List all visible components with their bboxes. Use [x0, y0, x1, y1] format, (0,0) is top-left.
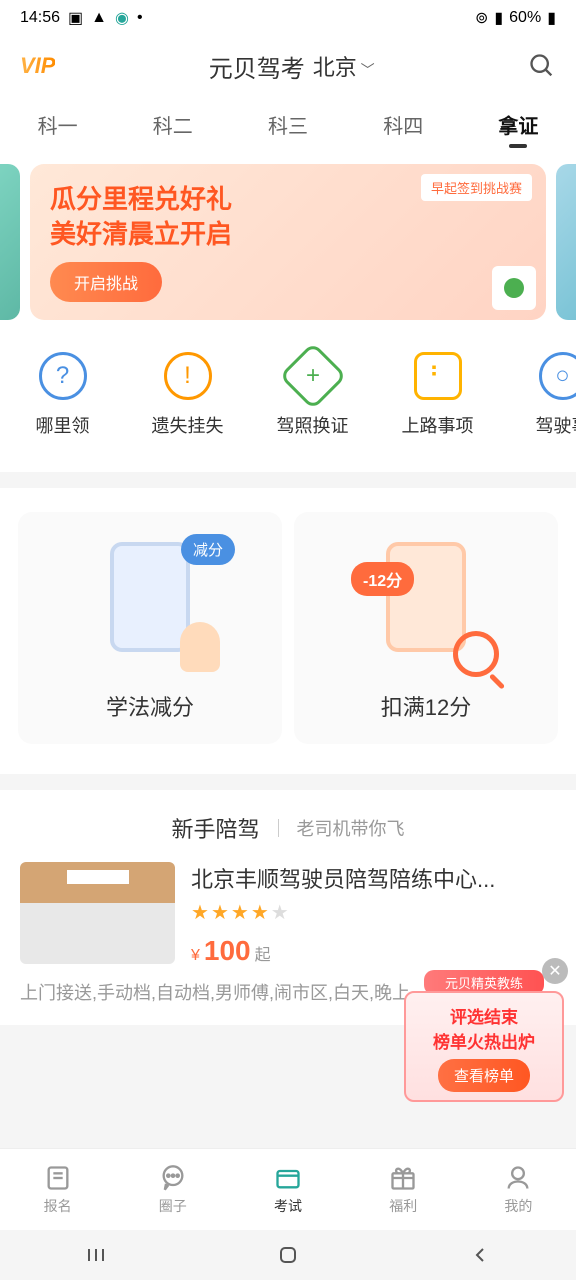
- tab-ke2[interactable]: 科二: [115, 96, 230, 152]
- battery-icon: ▮: [547, 8, 556, 28]
- location-selector[interactable]: 北京 ﹀: [313, 50, 375, 82]
- app-icon: ◉: [115, 8, 129, 28]
- qa-road[interactable]: ⠃ 上路事项: [375, 352, 500, 438]
- bottom-nav: 报名 圈子 考试 福利 我的: [0, 1148, 576, 1230]
- qa-lost[interactable]: ! 遗失挂失: [125, 352, 250, 438]
- banner-next[interactable]: [556, 164, 576, 320]
- signal-icon: ▮: [494, 8, 503, 28]
- square-icon: ⠃: [414, 352, 462, 400]
- listing-image: [20, 862, 175, 964]
- qa-drive[interactable]: ○ 驾驶事: [500, 352, 576, 438]
- search-icon[interactable]: [528, 52, 556, 80]
- tab-ke4[interactable]: 科四: [346, 96, 461, 152]
- card-learn-reduce[interactable]: 减分 学法减分: [18, 512, 282, 744]
- nav-welfare[interactable]: 福利: [346, 1149, 461, 1230]
- phone-icon: [110, 542, 190, 652]
- banner-prev[interactable]: [0, 164, 20, 320]
- phone-icon: [386, 542, 466, 652]
- plus-icon: +: [279, 342, 347, 410]
- home-button[interactable]: [276, 1243, 300, 1267]
- nav-mine[interactable]: 我的: [461, 1149, 576, 1230]
- float-button[interactable]: 查看榜单: [438, 1059, 530, 1092]
- nav-circle[interactable]: 圈子: [115, 1149, 230, 1230]
- wallet-icon: [274, 1164, 302, 1192]
- exclaim-icon: !: [164, 352, 212, 400]
- tab-nazheng[interactable]: 拿证: [461, 96, 576, 152]
- banner-carousel[interactable]: 早起签到挑战赛 瓜分里程兑好礼 美好清晨立开启 开启挑战: [0, 152, 576, 332]
- nav-exam[interactable]: 考试: [230, 1149, 345, 1230]
- app-title: 元贝驾考: [209, 49, 305, 84]
- magnifier-icon: [453, 631, 499, 677]
- tab-ke3[interactable]: 科三: [230, 96, 345, 152]
- chevron-down-icon: ﹀: [357, 62, 375, 78]
- cards-row: 减分 学法减分 -12分 扣满12分: [0, 488, 576, 774]
- minus12-badge: -12分: [351, 562, 414, 596]
- status-time: 14:56: [20, 9, 60, 27]
- section-sub: 老司机带你飞: [297, 815, 405, 841]
- calendar-icon: [492, 266, 536, 310]
- tab-bar: 科一 科二 科三 科四 拿证: [0, 96, 576, 152]
- banner-main[interactable]: 早起签到挑战赛 瓜分里程兑好礼 美好清晨立开启 开启挑战: [30, 164, 546, 320]
- rating-stars: ★ ★ ★ ★ ★: [191, 900, 556, 925]
- qa-renew[interactable]: + 驾照换证: [250, 352, 375, 438]
- warning-icon: ▲: [91, 9, 107, 27]
- banner-line2: 美好清晨立开启: [50, 217, 526, 252]
- price: ¥ 100 起: [191, 935, 556, 967]
- user-icon: [504, 1164, 532, 1192]
- battery-text: 60%: [509, 9, 541, 27]
- tab-ke1[interactable]: 科一: [0, 96, 115, 152]
- back-button[interactable]: [468, 1243, 492, 1267]
- close-icon[interactable]: ✕: [542, 958, 568, 984]
- listing-title: 北京丰顺驾驶员陪驾陪练中心...: [191, 862, 556, 894]
- section-header: 新手陪驾 老司机带你飞: [0, 790, 576, 862]
- divider: [278, 819, 279, 837]
- star-icon: ★: [231, 900, 249, 925]
- hand-icon: [180, 622, 220, 672]
- star-icon: ★: [271, 900, 289, 925]
- circle-icon: ○: [539, 352, 576, 400]
- section-title: 新手陪驾: [171, 812, 259, 844]
- star-icon: ★: [211, 900, 229, 925]
- signup-icon: [44, 1164, 72, 1192]
- question-icon: ?: [39, 352, 87, 400]
- card-full-12[interactable]: -12分 扣满12分: [294, 512, 558, 744]
- dot-icon: •: [137, 9, 143, 27]
- banner-tag: 早起签到挑战赛: [421, 174, 532, 201]
- banner-button[interactable]: 开启挑战: [50, 262, 162, 302]
- chat-icon: [159, 1164, 187, 1192]
- recent-button[interactable]: [84, 1243, 108, 1267]
- nav-signup[interactable]: 报名: [0, 1149, 115, 1230]
- star-icon: ★: [191, 900, 209, 925]
- reduce-badge: 减分: [181, 534, 235, 565]
- status-bar: 14:56 ▣ ▲ ◉ • ⊚ ▮ 60% ▮: [0, 0, 576, 36]
- header: VIP 元贝驾考 北京 ﹀: [0, 36, 576, 96]
- star-icon: ★: [251, 900, 269, 925]
- float-promo[interactable]: ✕ 元贝精英教练 评选结束 榜单火热出炉 查看榜单: [404, 970, 564, 1110]
- wifi-icon: ⊚: [475, 8, 488, 28]
- system-nav: [0, 1230, 576, 1280]
- vip-badge[interactable]: VIP: [20, 53, 55, 79]
- quick-actions: ? 哪里领 ! 遗失挂失 + 驾照换证 ⠃ 上路事项 ○ 驾驶事: [0, 332, 576, 472]
- image-icon: ▣: [68, 8, 83, 28]
- qa-where[interactable]: ? 哪里领: [0, 352, 125, 438]
- gift-icon: [389, 1164, 417, 1192]
